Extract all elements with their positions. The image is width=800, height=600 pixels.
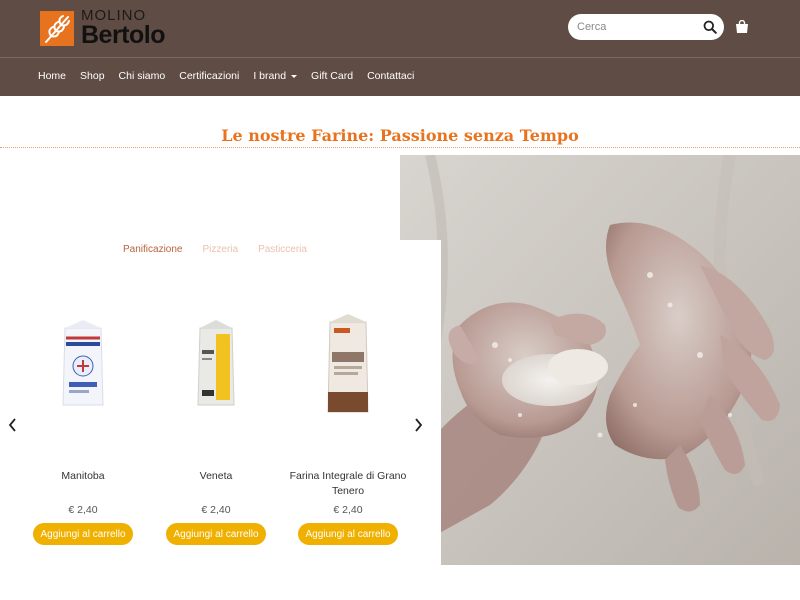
tab-pizzeria[interactable]: Pizzeria	[202, 244, 238, 255]
nav-item-i-brand[interactable]: I brand	[253, 70, 298, 82]
product-card: Manitoba € 2,40 Aggiungi al carrello	[23, 300, 143, 545]
brand-name-big: Bertolo	[81, 21, 166, 49]
section-title: Le nostre Farine: Passione senza Tempo	[221, 126, 579, 145]
nav-item-i-brand-label: I brand	[253, 70, 287, 82]
add-to-cart-button[interactable]: Aggiungi al carrello	[166, 523, 266, 545]
product-price: € 2,40	[333, 504, 363, 516]
nav-item-certificazioni[interactable]: Certificazioni	[179, 70, 239, 82]
wheat-logo-icon	[40, 10, 74, 46]
hero-flour-hands-image	[400, 155, 800, 565]
chevron-down-icon	[291, 74, 298, 78]
product-price: € 2,40	[201, 504, 231, 516]
nav-item-contattaci[interactable]: Contattaci	[367, 70, 414, 82]
category-tabs: Panificazione Pizzeria Pasticceria	[123, 244, 327, 255]
carousel-prev-arrow-icon[interactable]	[8, 418, 18, 432]
site-header: MOLINO Bertolo Home Shop Chi siamo Certi…	[0, 0, 800, 96]
product-card: Veneta € 2,40 Aggiungi al carrello	[156, 300, 276, 545]
search-box	[568, 14, 724, 40]
search-icon[interactable]	[703, 20, 717, 34]
product-name[interactable]: Farina Integrale di Grano Tenero	[288, 469, 408, 499]
add-to-cart-button[interactable]: Aggiungi al carrello	[298, 523, 398, 545]
nav-item-gift-card[interactable]: Gift Card	[311, 70, 353, 82]
brand-logo[interactable]: MOLINO Bertolo	[40, 8, 166, 49]
dotted-divider	[0, 147, 800, 148]
nav-item-home[interactable]: Home	[38, 70, 66, 82]
carousel-next-arrow-icon[interactable]	[413, 418, 423, 432]
main-nav: Home Shop Chi siamo Certificazioni I bra…	[38, 70, 428, 82]
product-name[interactable]: Manitoba	[23, 469, 143, 484]
search-input[interactable]	[577, 18, 697, 36]
nav-item-shop[interactable]: Shop	[80, 70, 105, 82]
product-image-manitoba[interactable]	[53, 300, 113, 415]
product-price: € 2,40	[68, 504, 98, 516]
shopping-bag-icon[interactable]	[735, 19, 749, 34]
product-image-integrale[interactable]	[318, 300, 378, 415]
product-image-veneta[interactable]	[186, 300, 246, 415]
product-card: Farina Integrale di Grano Tenero € 2,40 …	[288, 300, 408, 545]
nav-item-chi-siamo[interactable]: Chi siamo	[119, 70, 166, 82]
tab-panificazione[interactable]: Panificazione	[123, 244, 182, 255]
product-name[interactable]: Veneta	[156, 469, 276, 484]
add-to-cart-button[interactable]: Aggiungi al carrello	[33, 523, 133, 545]
tab-pasticceria[interactable]: Pasticceria	[258, 244, 307, 255]
header-divider	[0, 57, 800, 58]
